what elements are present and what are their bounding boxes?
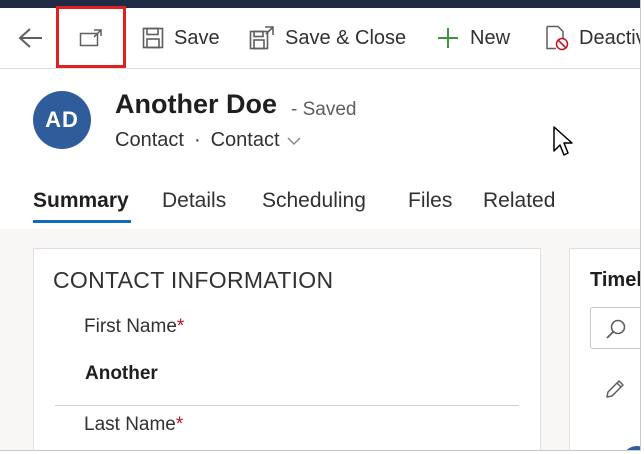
last-name-label: Last Name*	[84, 414, 184, 435]
section-title: CONTACT INFORMATION	[53, 267, 334, 293]
timeline-card: Timel	[569, 248, 641, 450]
deactivate-label: Deactiv	[579, 26, 641, 49]
avatar: AD	[33, 91, 91, 149]
form-selector-label: Contact	[210, 129, 280, 151]
form-tabs: Summary Details Scheduling Files Related	[0, 179, 640, 229]
deactivate-button[interactable]: Deactiv	[545, 8, 641, 68]
pencil-icon	[604, 380, 626, 404]
back-arrow-icon	[18, 27, 44, 49]
app-frame: Save Save & Close New Deactiv AD Another…	[0, 0, 641, 451]
record-subtitle: Contact · Contact	[115, 129, 302, 152]
record-header: AD Another Doe - Saved Contact · Contact	[0, 69, 640, 179]
record-save-status: - Saved	[291, 99, 357, 120]
subtitle-separator: ·	[193, 129, 201, 151]
active-tab-indicator	[33, 220, 131, 223]
timeline-avatar	[622, 446, 640, 450]
first-name-field[interactable]: Another	[85, 363, 158, 385]
form-selector[interactable]: Contact	[211, 129, 302, 152]
entity-type: Contact	[115, 129, 184, 151]
highlight-box	[56, 6, 126, 68]
record-name: Another Doe	[115, 89, 277, 119]
first-name-label: First Name*	[84, 316, 185, 337]
back-button[interactable]	[18, 8, 44, 68]
save-and-close-label: Save & Close	[285, 26, 407, 49]
required-marker: *	[175, 414, 184, 435]
tab-summary[interactable]: Summary	[33, 189, 129, 213]
chevron-down-icon	[286, 136, 302, 146]
tab-scheduling[interactable]: Scheduling	[262, 189, 366, 213]
required-marker: *	[176, 316, 185, 337]
plus-icon	[436, 26, 460, 50]
save-button[interactable]: Save	[142, 8, 220, 68]
tab-related[interactable]: Related	[483, 189, 555, 213]
contact-information-section: CONTACT INFORMATION First Name* Another …	[33, 248, 541, 450]
deactivate-icon	[545, 25, 569, 51]
new-button[interactable]: New	[436, 8, 510, 68]
save-label: Save	[174, 26, 220, 49]
search-icon	[604, 317, 628, 346]
save-and-close-button[interactable]: Save & Close	[249, 8, 406, 68]
mouse-cursor-icon	[552, 125, 574, 162]
save-and-close-icon	[249, 26, 275, 50]
timeline-title: Timel	[590, 269, 641, 291]
edit-note-button[interactable]	[604, 378, 626, 405]
tab-details[interactable]: Details	[162, 189, 226, 213]
new-label: New	[470, 26, 511, 49]
timeline-search-input[interactable]	[590, 307, 640, 349]
field-divider	[55, 405, 519, 406]
tab-files[interactable]: Files	[408, 189, 452, 213]
save-icon	[142, 27, 164, 49]
